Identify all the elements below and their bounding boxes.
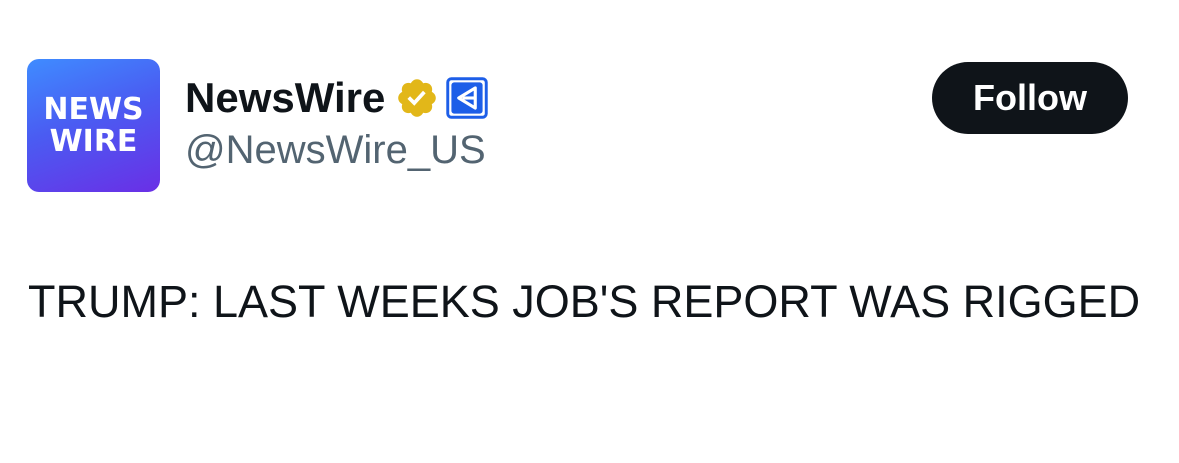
account-handle[interactable]: @NewsWire_US xyxy=(185,128,486,173)
name-row: NewsWire xyxy=(185,72,489,124)
avatar-logo-text-line1: NEWS xyxy=(43,91,144,127)
avatar[interactable]: NEWS WIRE xyxy=(27,59,160,192)
affiliate-badge-icon[interactable] xyxy=(445,76,489,120)
display-name[interactable]: NewsWire xyxy=(185,74,385,122)
verified-badge-icon[interactable] xyxy=(395,76,439,120)
avatar-logo-text-line2: WIRE xyxy=(49,123,138,159)
follow-button[interactable]: Follow xyxy=(932,62,1128,134)
post-text: TRUMP: LAST WEEKS JOB'S REPORT WAS RIGGE… xyxy=(28,276,1141,327)
